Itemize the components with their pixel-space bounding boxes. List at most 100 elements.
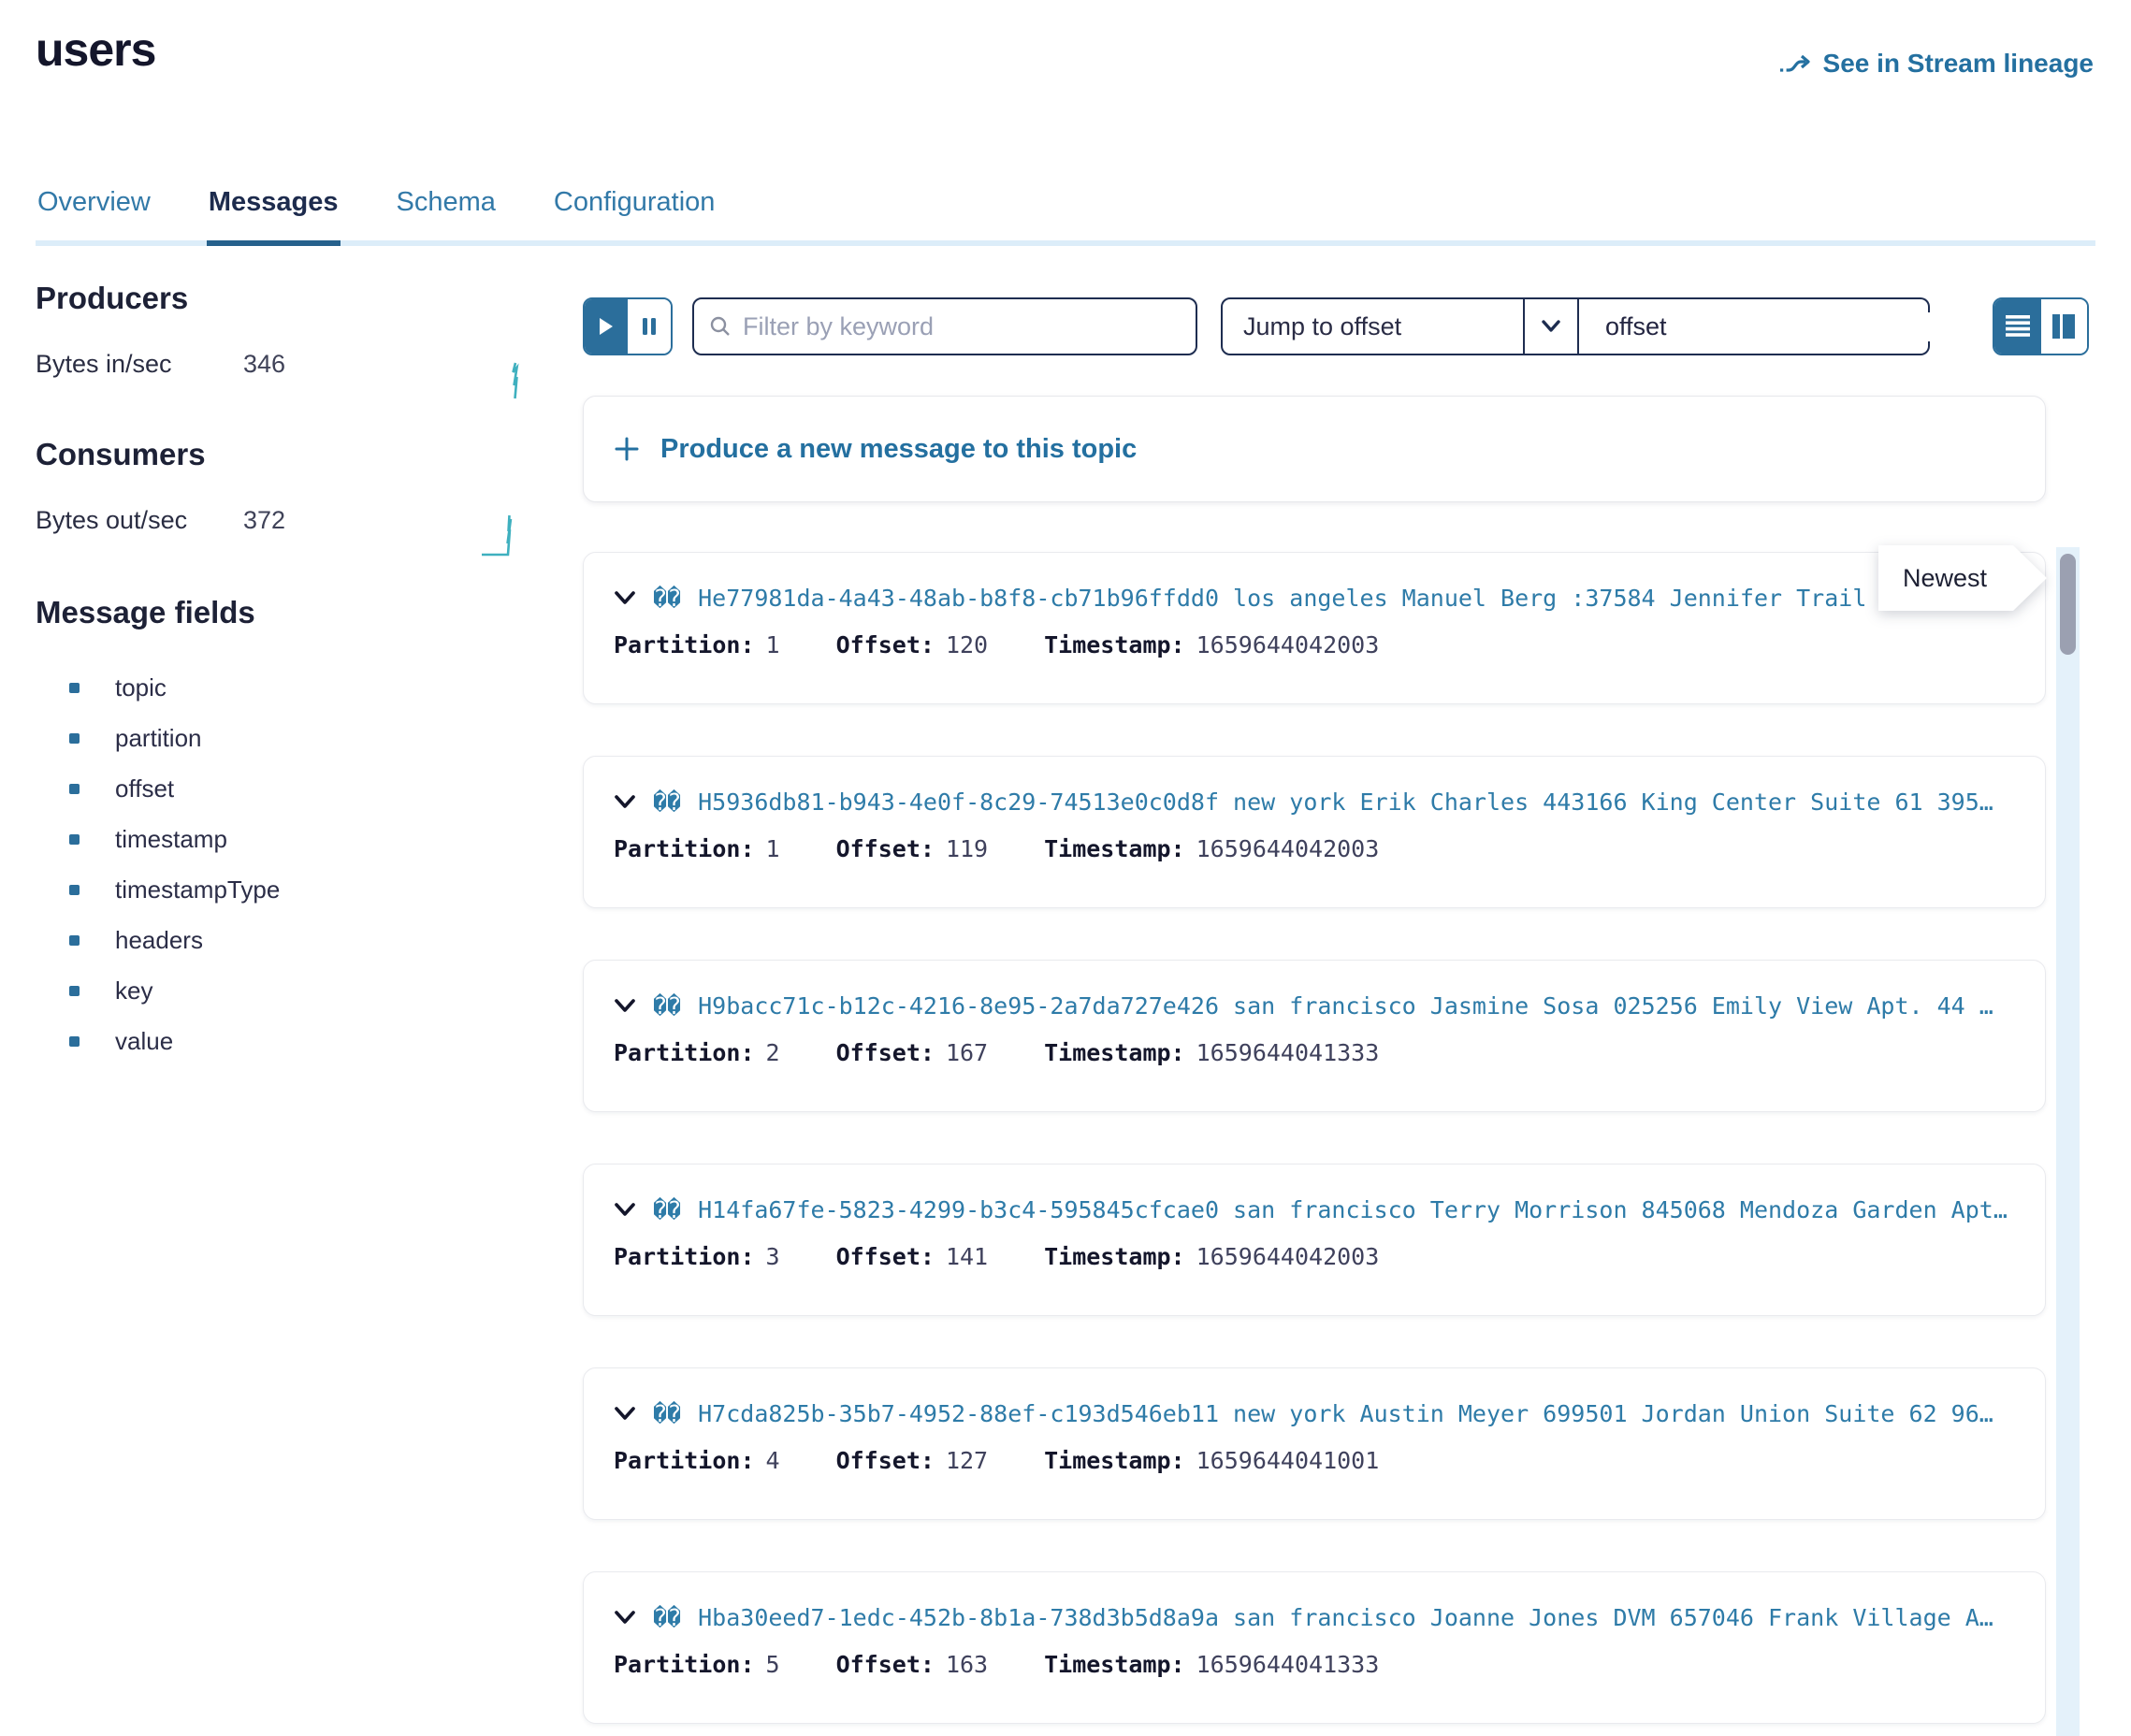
bytes-out-stat: Bytes out/sec 372	[36, 506, 545, 535]
tab-overview[interactable]: Overview	[36, 187, 152, 240]
list-view-button[interactable]	[1994, 299, 2041, 354]
field-label: timestampType	[115, 875, 280, 904]
field-label: offset	[115, 774, 174, 803]
unknown-glyph-icon: ��	[653, 585, 681, 612]
offset-field: Offset:127	[836, 1447, 989, 1474]
expand-chevron-icon[interactable]	[614, 795, 636, 809]
bytes-in-sparkline	[505, 361, 526, 400]
field-label: headers	[115, 926, 203, 955]
filter-field	[692, 297, 1197, 355]
message-row[interactable]: �� H14fa67fe-5823-4299-b3c4-595845cfcae0…	[583, 1164, 2046, 1316]
bytes-in-label: Bytes in/sec	[36, 350, 243, 379]
field-item-partition[interactable]: partition	[36, 713, 545, 763]
message-fields-heading: Message fields	[36, 595, 545, 630]
message-key: He77981da-4a43-48ab-b8f8-cb71b96ffdd0 lo…	[698, 585, 1894, 612]
bytes-in-value: 346	[243, 350, 285, 379]
see-in-stream-lineage-label: See in Stream lineage	[1823, 49, 2094, 79]
offset-search-input[interactable]	[1605, 312, 1936, 341]
field-label: key	[115, 976, 152, 1005]
field-label: timestamp	[115, 825, 227, 854]
message-row[interactable]: �� H7cda825b-35b7-4952-88ef-c193d546eb11…	[583, 1367, 2046, 1520]
expand-chevron-icon[interactable]	[614, 1203, 636, 1217]
messages-toolbar: Jump to offset	[583, 297, 673, 355]
expand-chevron-icon[interactable]	[614, 999, 636, 1013]
tab-messages[interactable]: Messages	[207, 187, 341, 240]
message-row[interactable]: �� Hba30eed7-1edc-452b-8b1a-738d3b5d8a9a…	[583, 1571, 2046, 1724]
tab-configuration[interactable]: Configuration	[552, 187, 718, 240]
unknown-glyph-icon: ��	[653, 1400, 681, 1427]
tab-schema[interactable]: Schema	[395, 187, 498, 240]
message-row[interactable]: �� H9bacc71c-b12c-4216-8e95-2a7da727e426…	[583, 960, 2046, 1112]
message-row[interactable]: �� He77981da-4a43-48ab-b8f8-cb71b96ffdd0…	[583, 552, 2046, 704]
field-label: value	[115, 1027, 173, 1056]
pause-button[interactable]	[628, 299, 671, 354]
message-key: H5936db81-b943-4e0f-8c29-74513e0c0d8f ne…	[698, 788, 1993, 816]
play-button[interactable]	[585, 299, 628, 354]
message-fields-list: topic partition offset timestamp timesta…	[36, 662, 545, 1066]
field-item-headers[interactable]: headers	[36, 915, 545, 965]
partition-field: Partition:5	[614, 1651, 780, 1678]
see-in-stream-lineage-link[interactable]: See in Stream lineage	[1778, 49, 2094, 79]
offset-field: Offset:163	[836, 1651, 989, 1678]
produce-new-message-button[interactable]: Produce a new message to this topic	[583, 396, 2046, 502]
newest-tooltip: Newest	[1878, 545, 2047, 611]
field-bullet-icon	[69, 935, 80, 946]
filter-by-keyword-input[interactable]	[743, 312, 1181, 341]
field-bullet-icon	[69, 834, 80, 845]
play-icon	[597, 316, 616, 337]
timestamp-field: Timestamp:1659644042003	[1044, 631, 1379, 658]
tab-bar: Overview Messages Schema Configuration	[36, 187, 2095, 246]
field-label: topic	[115, 673, 167, 702]
bytes-out-label: Bytes out/sec	[36, 506, 243, 535]
timestamp-field: Timestamp:1659644041333	[1044, 1651, 1379, 1678]
scrollbar-thumb[interactable]	[2060, 554, 2076, 655]
unknown-glyph-icon: ��	[653, 992, 681, 1020]
message-key: Hba30eed7-1edc-452b-8b1a-738d3b5d8a9a sa…	[698, 1604, 1993, 1631]
field-bullet-icon	[69, 885, 80, 895]
list-view-icon	[2005, 314, 2031, 339]
consumers-heading: Consumers	[36, 437, 545, 472]
timestamp-field: Timestamp:1659644042003	[1044, 835, 1379, 862]
bytes-out-value: 372	[243, 506, 285, 535]
timestamp-field: Timestamp:1659644042003	[1044, 1243, 1379, 1270]
message-row[interactable]: �� H5936db81-b943-4e0f-8c29-74513e0c0d8f…	[583, 756, 2046, 908]
expand-chevron-icon[interactable]	[614, 1407, 636, 1421]
expand-chevron-icon[interactable]	[614, 1611, 636, 1625]
produce-new-message-label: Produce a new message to this topic	[660, 434, 1137, 465]
stream-lineage-arrow-icon	[1778, 51, 1812, 77]
field-bullet-icon	[69, 733, 80, 744]
offset-search-field	[1579, 297, 1930, 355]
offset-field: Offset:119	[836, 835, 989, 862]
field-item-value[interactable]: value	[36, 1016, 545, 1066]
unknown-glyph-icon: ��	[653, 788, 681, 816]
field-label: partition	[115, 724, 202, 753]
field-item-offset[interactable]: offset	[36, 763, 545, 814]
partition-field: Partition:1	[614, 631, 780, 658]
field-bullet-icon	[69, 1036, 80, 1047]
field-item-timestamp[interactable]: timestamp	[36, 814, 545, 864]
message-list-scrollbar[interactable]	[2056, 547, 2080, 1736]
play-pause-toggle	[583, 297, 673, 355]
bytes-out-sparkline	[480, 513, 525, 557]
column-view-button[interactable]	[2041, 299, 2088, 354]
producers-heading: Producers	[36, 281, 545, 316]
timestamp-field: Timestamp:1659644041001	[1044, 1447, 1379, 1474]
offset-field: Offset:141	[836, 1243, 989, 1270]
tab-underline	[36, 240, 2095, 246]
field-bullet-icon	[69, 784, 80, 794]
partition-field: Partition:3	[614, 1243, 780, 1270]
field-item-timestamptype[interactable]: timestampType	[36, 864, 545, 915]
offset-field: Offset:167	[836, 1039, 989, 1066]
column-view-icon	[2051, 314, 2076, 339]
message-key: H7cda825b-35b7-4952-88ef-c193d546eb11 ne…	[698, 1400, 1993, 1427]
view-mode-toggle	[1993, 297, 2089, 355]
pause-icon	[641, 316, 658, 337]
expand-chevron-icon[interactable]	[614, 591, 636, 605]
message-key: H14fa67fe-5823-4299-b3c4-595845cfcae0 sa…	[698, 1196, 2008, 1223]
partition-field: Partition:4	[614, 1447, 780, 1474]
field-item-topic[interactable]: topic	[36, 662, 545, 713]
partition-field: Partition:2	[614, 1039, 780, 1066]
metrics-sidebar: Producers Bytes in/sec 346 Consumers Byt…	[36, 281, 545, 1066]
jump-to-offset-select[interactable]: Jump to offset	[1221, 297, 1579, 355]
field-item-key[interactable]: key	[36, 965, 545, 1016]
